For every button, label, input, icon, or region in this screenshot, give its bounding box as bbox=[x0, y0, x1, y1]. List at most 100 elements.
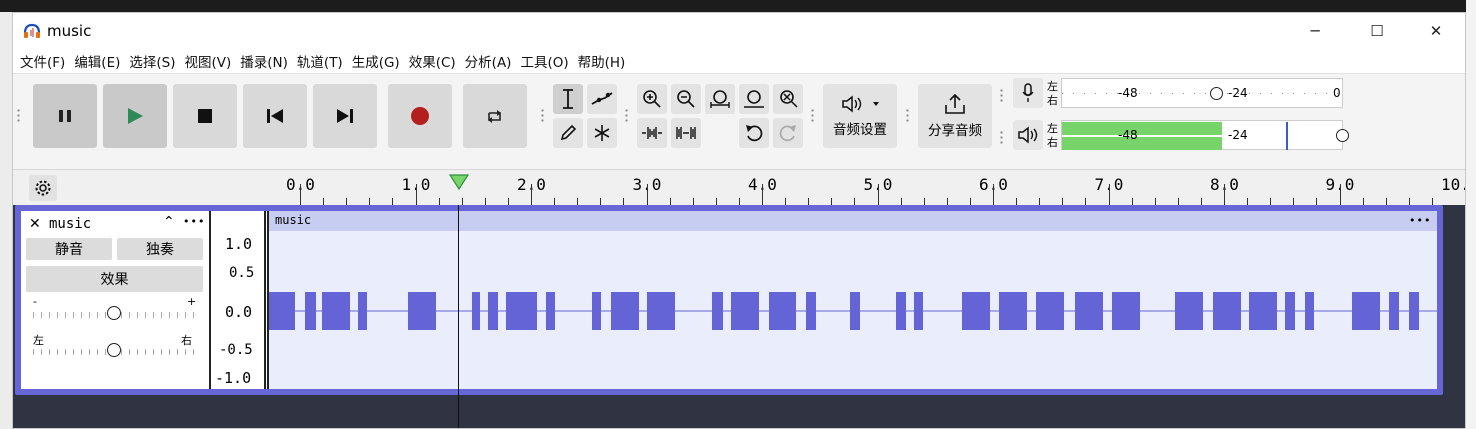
record-meter[interactable]: -48 -24 0 bbox=[1061, 78, 1344, 108]
speaker-icon bbox=[1018, 126, 1038, 144]
loop-button[interactable] bbox=[463, 84, 527, 148]
silence-button[interactable] bbox=[671, 118, 701, 148]
menu-generate[interactable]: 生成(G) bbox=[352, 51, 409, 71]
ruler-tick bbox=[993, 184, 994, 206]
asterisk-icon bbox=[594, 125, 610, 141]
menu-analyze[interactable]: 分析(A) bbox=[465, 51, 521, 71]
zoom-in-button[interactable] bbox=[637, 84, 667, 114]
toolbar-grip[interactable] bbox=[905, 108, 910, 124]
mute-button[interactable]: 静音 bbox=[26, 238, 112, 260]
waveform-segment bbox=[1389, 292, 1399, 330]
skip-end-icon bbox=[337, 109, 353, 123]
zoom-toggle-button[interactable] bbox=[773, 84, 803, 114]
clip-menu-icon[interactable]: ••• bbox=[1409, 214, 1431, 227]
record-level-slider-knob[interactable] bbox=[1210, 87, 1223, 100]
maximize-button[interactable]: ☐ bbox=[1354, 13, 1400, 49]
track-close-icon[interactable]: ✕ bbox=[29, 216, 41, 232]
draw-tool-button[interactable] bbox=[553, 118, 583, 148]
ruler-tick bbox=[762, 184, 763, 206]
share-audio-button[interactable]: 分享音频 bbox=[918, 84, 992, 148]
zoom-out-icon bbox=[677, 90, 695, 108]
waveform-segment bbox=[592, 292, 601, 330]
close-button[interactable]: ✕ bbox=[1413, 13, 1459, 49]
effects-button[interactable]: 效果 bbox=[26, 266, 203, 292]
trim-button[interactable] bbox=[637, 118, 667, 148]
playback-meter-tick: -48 bbox=[1118, 128, 1138, 142]
gain-slider-knob[interactable] bbox=[107, 306, 121, 320]
toolbar-grip[interactable] bbox=[999, 130, 1004, 146]
track-collapse-icon[interactable]: ⌃ bbox=[163, 214, 175, 230]
redo-button[interactable] bbox=[773, 118, 803, 148]
upload-icon bbox=[945, 93, 965, 114]
skip-start-icon bbox=[267, 109, 283, 123]
playback-meter-button[interactable] bbox=[1013, 120, 1043, 150]
waveform-segment bbox=[1249, 292, 1277, 330]
envelope-tool-button[interactable] bbox=[587, 84, 617, 114]
toolbar-grip[interactable] bbox=[540, 108, 545, 124]
waveform[interactable] bbox=[269, 231, 1437, 389]
fit-project-button[interactable] bbox=[739, 84, 769, 114]
menu-tools[interactable]: 工具(O) bbox=[520, 51, 577, 71]
audio-clip[interactable]: music ••• bbox=[269, 211, 1437, 389]
audio-setup-button[interactable]: 音频设置 bbox=[823, 84, 897, 148]
pan-slider-knob[interactable] bbox=[107, 343, 121, 357]
zoom-in-icon bbox=[643, 90, 661, 108]
menu-select[interactable]: 选择(S) bbox=[129, 51, 184, 71]
toolbar-grip[interactable] bbox=[16, 108, 21, 124]
record-meter-tick: -48 bbox=[1118, 86, 1138, 100]
playback-meter[interactable]: -48 -24 bbox=[1061, 120, 1349, 150]
menu-effect[interactable]: 效果(C) bbox=[409, 51, 465, 71]
undo-button[interactable] bbox=[739, 118, 769, 148]
toolbar: 音频设置 分享音频 左 右 -48 -24 0 左 右 -48 -24 bbox=[13, 73, 1465, 169]
solo-button[interactable]: 独奏 bbox=[117, 238, 203, 260]
fit-selection-button[interactable] bbox=[705, 84, 735, 114]
ruler-tick bbox=[300, 184, 301, 206]
vscale-axis bbox=[264, 211, 266, 389]
trim-icon bbox=[642, 127, 662, 139]
track-menu-icon[interactable]: ••• bbox=[183, 215, 205, 228]
skip-to-start-button[interactable] bbox=[243, 84, 307, 148]
pan-right-label: 右 bbox=[181, 334, 192, 347]
waveform-segment bbox=[731, 292, 759, 330]
selection-tool-button[interactable] bbox=[553, 84, 583, 114]
desktop-strip-left bbox=[0, 12, 12, 429]
timeline-ruler[interactable]: 0.01.02.03.04.05.06.07.08.09.010.0 bbox=[13, 169, 1465, 206]
waveform-segment bbox=[999, 292, 1027, 330]
record-meter-tick: -24 bbox=[1228, 86, 1248, 100]
pause-button[interactable] bbox=[33, 84, 97, 148]
skip-to-end-button[interactable] bbox=[313, 84, 377, 148]
envelope-icon bbox=[591, 92, 613, 105]
waveform-segment bbox=[408, 292, 436, 330]
waveform-segment bbox=[896, 292, 906, 330]
menu-file[interactable]: 文件(F) bbox=[20, 51, 74, 71]
menu-tracks[interactable]: 轨道(T) bbox=[297, 51, 352, 71]
record-meter-button[interactable] bbox=[1013, 78, 1043, 108]
playback-meter-left-label: 左 bbox=[1047, 122, 1058, 135]
playback-meter-tick: -24 bbox=[1228, 128, 1248, 142]
meter-ticks bbox=[1062, 93, 1344, 94]
playhead-marker-icon[interactable] bbox=[449, 174, 469, 190]
menu-help[interactable]: 帮助(H) bbox=[578, 51, 635, 71]
toolbar-grip[interactable] bbox=[810, 108, 815, 124]
menu-view[interactable]: 视图(V) bbox=[185, 51, 241, 71]
ruler-tick bbox=[1339, 184, 1341, 206]
record-button[interactable] bbox=[388, 84, 452, 148]
menu-edit[interactable]: 编辑(E) bbox=[74, 51, 129, 71]
track-name[interactable]: music bbox=[49, 216, 91, 232]
menu-transport[interactable]: 播录(N) bbox=[240, 51, 297, 71]
waveform-segment bbox=[509, 292, 537, 330]
audio-setup-label: 音频设置 bbox=[833, 122, 887, 138]
clip-name: music bbox=[275, 213, 312, 227]
playback-level-slider-knob[interactable] bbox=[1336, 129, 1349, 142]
multi-tool-button[interactable] bbox=[587, 118, 617, 148]
toolbar-grip[interactable] bbox=[624, 108, 629, 124]
desktop-strip-right bbox=[1466, 0, 1476, 429]
stop-button[interactable] bbox=[173, 84, 237, 148]
waveform-segment bbox=[769, 292, 796, 330]
minimize-button[interactable]: ─ bbox=[1292, 13, 1338, 49]
zoom-out-button[interactable] bbox=[671, 84, 701, 114]
toolbar-grip[interactable] bbox=[999, 88, 1004, 104]
play-button[interactable] bbox=[103, 84, 167, 148]
clip-header[interactable]: music ••• bbox=[269, 211, 1437, 231]
tracks-area[interactable]: ✕ music ⌃ ••• 静音 独奏 效果 - + 左 右 1.0 0.5 0… bbox=[13, 205, 1465, 428]
